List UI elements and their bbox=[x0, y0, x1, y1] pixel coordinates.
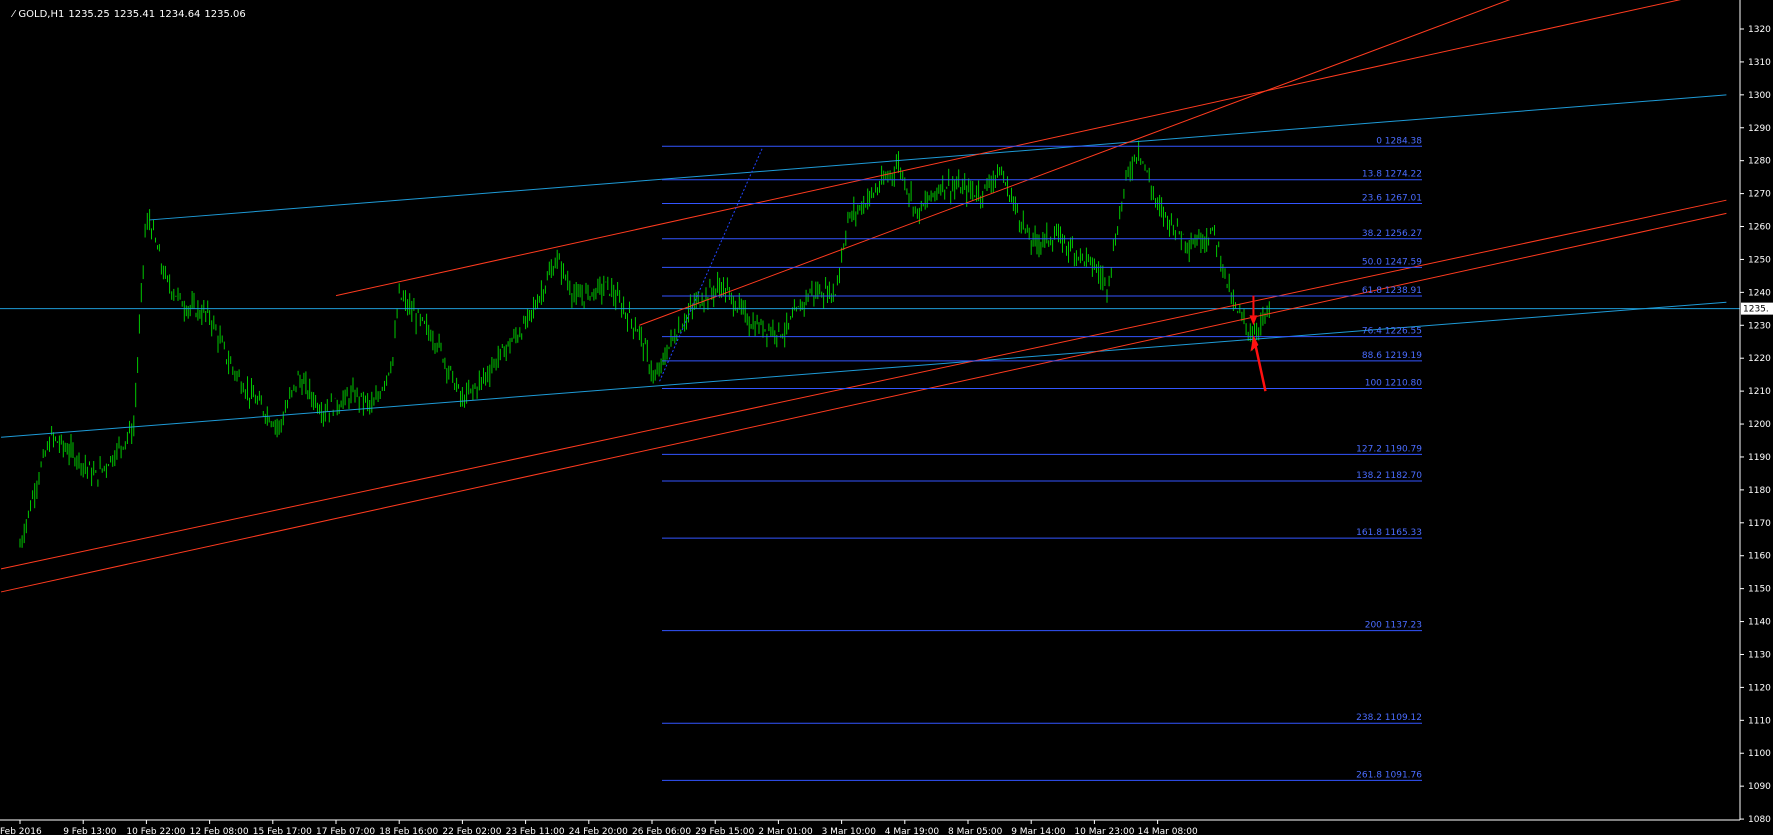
fib-level-label: 161.8 1165.33 bbox=[1356, 528, 1422, 538]
price-tick-label: 1210 bbox=[1748, 387, 1771, 397]
time-tick-label: 15 Feb 17:00 bbox=[253, 827, 312, 835]
time-tick-label: 14 Mar 08:00 bbox=[1138, 827, 1198, 835]
symbol-header: ⁄ GOLD,H1 1235.25 1235.41 1234.64 1235.06 bbox=[0, 0, 250, 31]
fibonacci-retracement: 0 1284.38 13.8 1274.22 23.6 1267.01 38.2 12… bbox=[662, 136, 1423, 781]
price-axis: 1080 1090 1100 1110 1120 1130 1140 1150 1160 1170… bbox=[1739, 0, 1773, 825]
fib-level-label: 100 1210.80 bbox=[1365, 378, 1423, 388]
time-tick-label: 8 Mar 05:00 bbox=[948, 827, 1003, 835]
chart-arrow-icon: ⁄ bbox=[12, 9, 15, 20]
time-tick-label: 3 Mar 10:00 bbox=[822, 827, 877, 835]
price-tick-label: 1120 bbox=[1748, 683, 1771, 693]
price-tick-label: 1240 bbox=[1748, 288, 1771, 298]
price-candles bbox=[19, 140, 1270, 548]
price-tick-label: 1130 bbox=[1748, 650, 1771, 660]
price-tick-label: 1150 bbox=[1748, 585, 1771, 595]
fib-level-label: 238.2 1109.12 bbox=[1356, 713, 1422, 723]
price-tick-label: 1090 bbox=[1748, 782, 1771, 792]
time-tick-label: 23 Feb 11:00 bbox=[506, 827, 565, 835]
price-tick-label: 1180 bbox=[1748, 486, 1771, 496]
price-tick-label: 1170 bbox=[1748, 519, 1771, 529]
current-price-label: 1235. bbox=[1743, 305, 1769, 315]
price-tick-label: 1200 bbox=[1748, 420, 1771, 430]
high-value: 1235.41 bbox=[113, 9, 156, 20]
price-tick-label: 1310 bbox=[1748, 58, 1771, 68]
price-tick-label: 1190 bbox=[1748, 453, 1771, 463]
fib-level-label: 61.8 1238.91 bbox=[1362, 286, 1422, 296]
fib-anchor-line[interactable] bbox=[659, 147, 764, 382]
low-value: 1234.64 bbox=[159, 9, 201, 20]
price-tick-label: 1260 bbox=[1748, 223, 1771, 233]
channel-upper-line[interactable] bbox=[149, 94, 1727, 221]
fib-level-label: 50.0 1247.59 bbox=[1362, 257, 1422, 267]
time-tick-label: 22 Feb 02:00 bbox=[442, 827, 501, 835]
price-tick-label: 1160 bbox=[1748, 552, 1771, 562]
symbol-label: GOLD,H1 bbox=[18, 9, 65, 20]
time-tick-label: 9 Mar 14:00 bbox=[1011, 827, 1066, 835]
fib-level-label: 13.8 1274.22 bbox=[1362, 170, 1422, 180]
fib-level-label: 261.8 1091.76 bbox=[1356, 770, 1422, 780]
price-tick-label: 1140 bbox=[1748, 618, 1771, 628]
price-tick-label: 1320 bbox=[1748, 25, 1771, 35]
price-tick-label: 1250 bbox=[1748, 255, 1771, 265]
chart-window[interactable]: 0 1284.38 13.8 1274.22 23.6 1267.01 38.2 12… bbox=[0, 0, 1773, 835]
fib-level-label: 38.2 1256.27 bbox=[1362, 229, 1422, 239]
fib-level-label: 0 1284.38 bbox=[1376, 136, 1422, 146]
fib-level-label: 138.2 1182.70 bbox=[1356, 471, 1422, 481]
price-chart[interactable]: 0 1284.38 13.8 1274.22 23.6 1267.01 38.2 12… bbox=[0, 0, 1773, 835]
time-tick-label: 17 Feb 07:00 bbox=[316, 827, 375, 835]
time-tick-label: 12 Feb 08:00 bbox=[190, 827, 249, 835]
fib-level-label: 76.4 1226.55 bbox=[1362, 327, 1422, 337]
time-tick-label: 9 Feb 13:00 bbox=[63, 827, 117, 835]
time-tick-label: 18 Feb 16:00 bbox=[379, 827, 438, 835]
time-tick-label: Feb 2016 bbox=[0, 827, 42, 835]
trend-resistance-line-b[interactable] bbox=[639, 0, 1536, 326]
price-tick-label: 1080 bbox=[1748, 815, 1771, 825]
trend-support-line-a[interactable] bbox=[0, 199, 1727, 570]
time-tick-label: 29 Feb 15:00 bbox=[695, 827, 754, 835]
trend-support-line-b[interactable] bbox=[0, 212, 1727, 593]
time-tick-label: 10 Feb 22:00 bbox=[126, 827, 185, 835]
close-value: 1235.06 bbox=[204, 9, 246, 20]
up-arrow-annotation[interactable] bbox=[1254, 344, 1267, 392]
price-tick-label: 1230 bbox=[1748, 321, 1771, 331]
time-tick-label: 2 Mar 01:00 bbox=[758, 827, 813, 835]
channel-lower-line[interactable] bbox=[1, 301, 1727, 438]
price-tick-label: 1270 bbox=[1748, 190, 1771, 200]
price-tick-label: 1100 bbox=[1748, 749, 1771, 759]
fib-level-label: 23.6 1267.01 bbox=[1362, 193, 1422, 203]
price-tick-label: 1290 bbox=[1748, 124, 1771, 134]
time-tick-label: 24 Feb 20:00 bbox=[569, 827, 628, 835]
time-tick-label: 4 Mar 19:00 bbox=[885, 827, 940, 835]
fib-level-label: 127.2 1190.79 bbox=[1356, 444, 1422, 454]
price-tick-label: 1300 bbox=[1748, 91, 1771, 101]
time-tick-label: 26 Feb 06:00 bbox=[632, 827, 691, 835]
price-tick-label: 1220 bbox=[1748, 354, 1771, 364]
price-tick-label: 1110 bbox=[1748, 716, 1771, 726]
open-value: 1235.25 bbox=[68, 9, 110, 20]
time-axis: Feb 2016 9 Feb 13:00 10 Feb 22:00 12 Feb 08… bbox=[0, 819, 1740, 835]
time-tick-label: 10 Mar 23:00 bbox=[1074, 827, 1134, 835]
price-tick-label: 1280 bbox=[1748, 157, 1771, 167]
fib-level-label: 88.6 1219.19 bbox=[1362, 351, 1422, 361]
fib-level-label: 200 1137.23 bbox=[1365, 621, 1422, 631]
